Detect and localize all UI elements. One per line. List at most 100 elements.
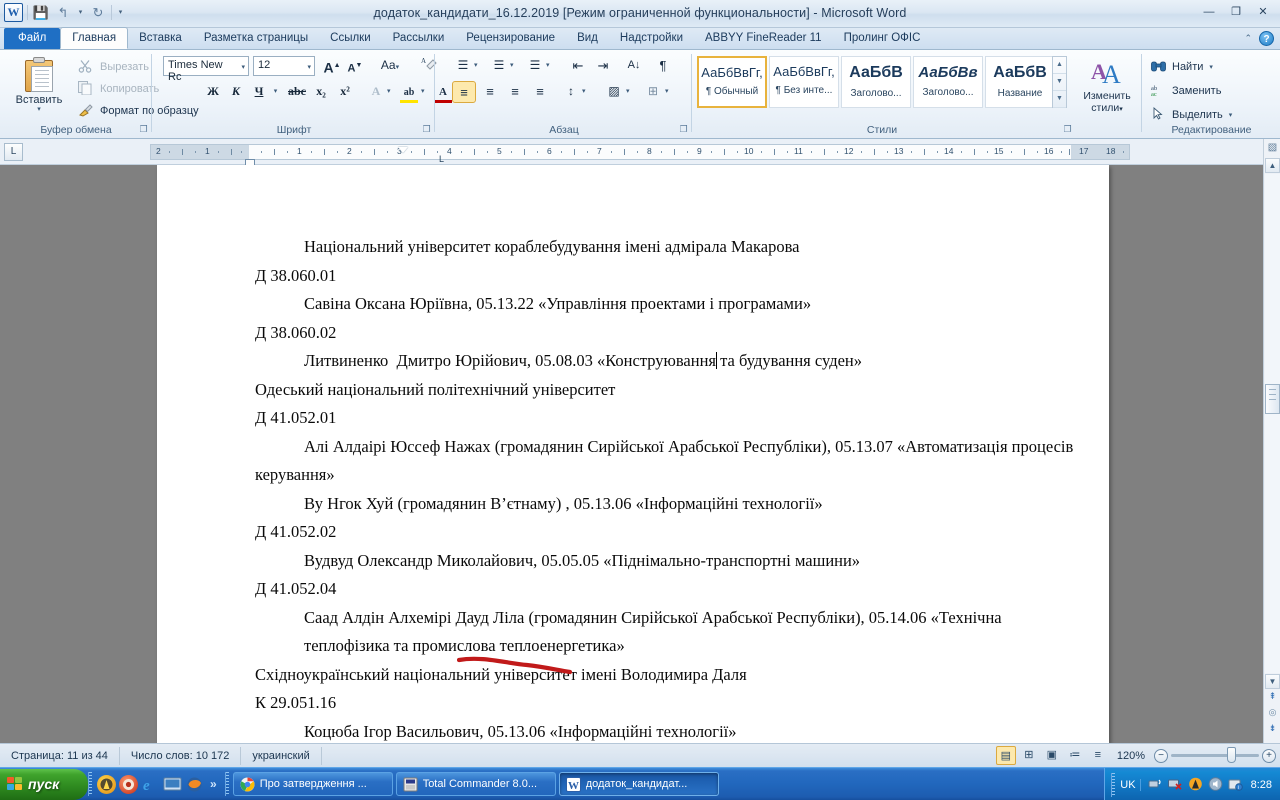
- restore-button[interactable]: ❐: [1223, 4, 1249, 22]
- borders-button[interactable]: ⊞: [641, 81, 665, 103]
- taskbar-grip[interactable]: [224, 772, 229, 796]
- scroll-down-button[interactable]: ▼: [1265, 674, 1280, 689]
- style-title[interactable]: АаБбВ Название: [985, 56, 1055, 108]
- find-button[interactable]: Найти ▾: [1151, 56, 1213, 78]
- full-screen-reading-view-button[interactable]: ⊞: [1019, 746, 1039, 765]
- text-effects-button[interactable]: A: [365, 81, 387, 103]
- scroll-track[interactable]: [1265, 174, 1280, 673]
- tab-insert[interactable]: Вставка: [128, 28, 193, 49]
- tab-page-layout[interactable]: Разметка страницы: [193, 28, 319, 49]
- tab-proling-office[interactable]: Пролинг ОФІС: [833, 28, 932, 49]
- align-right-button[interactable]: ≡: [503, 81, 527, 103]
- style-no-spacing[interactable]: АаБбВвГг, ¶ Без инте...: [769, 56, 839, 108]
- align-center-button[interactable]: ≡: [478, 81, 502, 103]
- document-text[interactable]: Національний університет кораблебудуванн…: [255, 233, 1075, 743]
- help-icon[interactable]: ?: [1259, 31, 1274, 46]
- language-status[interactable]: украинский: [241, 746, 322, 765]
- language-indicator[interactable]: UK: [1120, 778, 1141, 791]
- sort-button[interactable]: A↓: [622, 55, 646, 77]
- avast-icon[interactable]: [97, 774, 116, 794]
- tab-home[interactable]: Главная: [60, 27, 129, 49]
- horizontal-ruler[interactable]: 2 1 1 2 3 4 5 6 7 8 9 10 11 12 13 14 15 …: [150, 144, 1130, 164]
- subscript-button[interactable]: x₂: [309, 81, 333, 103]
- scroll-up-button[interactable]: ▲: [1265, 158, 1280, 173]
- close-button[interactable]: ✕: [1250, 4, 1276, 22]
- clipboard-dialog-launcher-icon[interactable]: ❐: [138, 124, 149, 135]
- show-formatting-marks-button[interactable]: ¶: [652, 55, 674, 77]
- taskbar-button-chrome[interactable]: Про затвердження ...: [232, 772, 393, 796]
- zoom-in-button[interactable]: +: [1262, 748, 1276, 763]
- highlight-color-button[interactable]: ab: [397, 81, 421, 103]
- replace-button[interactable]: ab ac Заменить: [1151, 80, 1221, 102]
- update-icon[interactable]: i: [1228, 777, 1243, 792]
- select-button[interactable]: Выделить ▾: [1151, 104, 1232, 126]
- web-layout-view-button[interactable]: ▣: [1042, 746, 1062, 765]
- tab-selector-button[interactable]: L: [4, 143, 23, 161]
- increase-indent-button[interactable]: ⇥: [591, 55, 615, 77]
- show-desktop-icon[interactable]: [163, 775, 182, 794]
- previous-page-button[interactable]: ⇞: [1265, 689, 1280, 705]
- taskbar-button-word[interactable]: W додаток_кандидат...: [558, 772, 719, 796]
- document-area[interactable]: Національний університет кораблебудуванн…: [0, 165, 1280, 743]
- page-number-status[interactable]: Страница: 11 из 44: [0, 746, 120, 765]
- align-left-button[interactable]: ≡: [452, 81, 476, 103]
- scroll-thumb[interactable]: [1265, 384, 1280, 414]
- tab-abbyy-finereader[interactable]: ABBYY FineReader 11: [694, 28, 833, 49]
- volume-icon[interactable]: [1208, 777, 1223, 792]
- tab-review[interactable]: Рецензирование: [455, 28, 566, 49]
- word-count-status[interactable]: Число слов: 10 172: [120, 746, 242, 765]
- styles-scroll-up-icon[interactable]: ▲: [1053, 57, 1066, 74]
- style-heading-1[interactable]: АаБбВ Заголово...: [841, 56, 911, 108]
- grow-font-button[interactable]: A▲: [321, 55, 343, 77]
- vertical-scrollbar[interactable]: ▧ ▲ ▼ ⇞ ◎ ⇟: [1263, 139, 1280, 743]
- next-page-button[interactable]: ⇟: [1265, 721, 1280, 737]
- internet-explorer-icon[interactable]: e: [141, 775, 160, 794]
- shrink-font-button[interactable]: A▼: [344, 55, 366, 77]
- network-disconnected-icon[interactable]: [1167, 777, 1183, 792]
- italic-button[interactable]: К: [225, 81, 247, 103]
- clock[interactable]: 8:28: [1248, 779, 1272, 791]
- zoom-slider[interactable]: [1171, 747, 1259, 763]
- tab-file[interactable]: Файл: [4, 28, 61, 49]
- numbering-button[interactable]: ☰: [488, 55, 510, 77]
- print-layout-view-button[interactable]: ▤: [995, 746, 1016, 765]
- split-window-icon[interactable]: ▧: [1265, 140, 1280, 156]
- line-spacing-caret-icon[interactable]: ▾: [582, 81, 593, 103]
- avast-tray-icon[interactable]: [1188, 777, 1203, 792]
- underline-button[interactable]: Ч: [248, 81, 270, 103]
- minimize-ribbon-icon[interactable]: ⌃: [1244, 33, 1252, 44]
- style-normal[interactable]: АаБбВвГг, ¶ Обычный: [697, 56, 767, 108]
- line-spacing-button[interactable]: ↕: [560, 81, 582, 103]
- change-case-button[interactable]: Aa▾: [375, 55, 405, 77]
- bold-button[interactable]: Ж: [202, 81, 224, 103]
- outline-view-button[interactable]: ≔: [1065, 746, 1085, 765]
- tray-grip[interactable]: [1111, 772, 1116, 797]
- justify-button[interactable]: ≡: [528, 81, 552, 103]
- cut-button[interactable]: Вырезать: [78, 57, 149, 77]
- multilevel-caret-icon[interactable]: ▾: [546, 55, 557, 77]
- bullets-button[interactable]: ☰: [452, 55, 474, 77]
- network-icon[interactable]: [1148, 777, 1163, 792]
- copy-button[interactable]: Копировать: [78, 79, 159, 99]
- styles-scroll-down-icon[interactable]: ▼: [1053, 74, 1066, 91]
- shading-caret-icon[interactable]: ▾: [626, 81, 637, 103]
- firefox-icon[interactable]: [185, 775, 204, 794]
- taskbar-button-total-commander[interactable]: Total Commander 8.0...: [395, 772, 556, 796]
- document-page[interactable]: Національний університет кораблебудуванн…: [157, 165, 1109, 743]
- styles-more-icon[interactable]: ▼: [1053, 91, 1066, 108]
- media-player-icon[interactable]: [119, 774, 138, 794]
- font-name-combo[interactable]: Times New Rc ▾: [163, 56, 249, 83]
- select-browse-object-button[interactable]: ◎: [1265, 705, 1280, 721]
- shading-button[interactable]: ▨: [602, 81, 626, 103]
- zoom-level-label[interactable]: 120%: [1111, 750, 1151, 762]
- borders-caret-icon[interactable]: ▾: [665, 81, 676, 103]
- superscript-button[interactable]: x²: [333, 81, 357, 103]
- tab-addins[interactable]: Надстройки: [609, 28, 694, 49]
- zoom-out-button[interactable]: −: [1154, 748, 1168, 763]
- draft-view-button[interactable]: ≡: [1088, 746, 1108, 765]
- change-styles-button[interactable]: A A Изменить стили▾: [1076, 54, 1138, 120]
- font-dialog-launcher-icon[interactable]: ❐: [421, 124, 432, 135]
- tab-mailings[interactable]: Рассылки: [382, 28, 456, 49]
- first-line-indent-marker[interactable]: [398, 147, 408, 153]
- style-heading-2[interactable]: АаБбВв Заголово...: [913, 56, 983, 108]
